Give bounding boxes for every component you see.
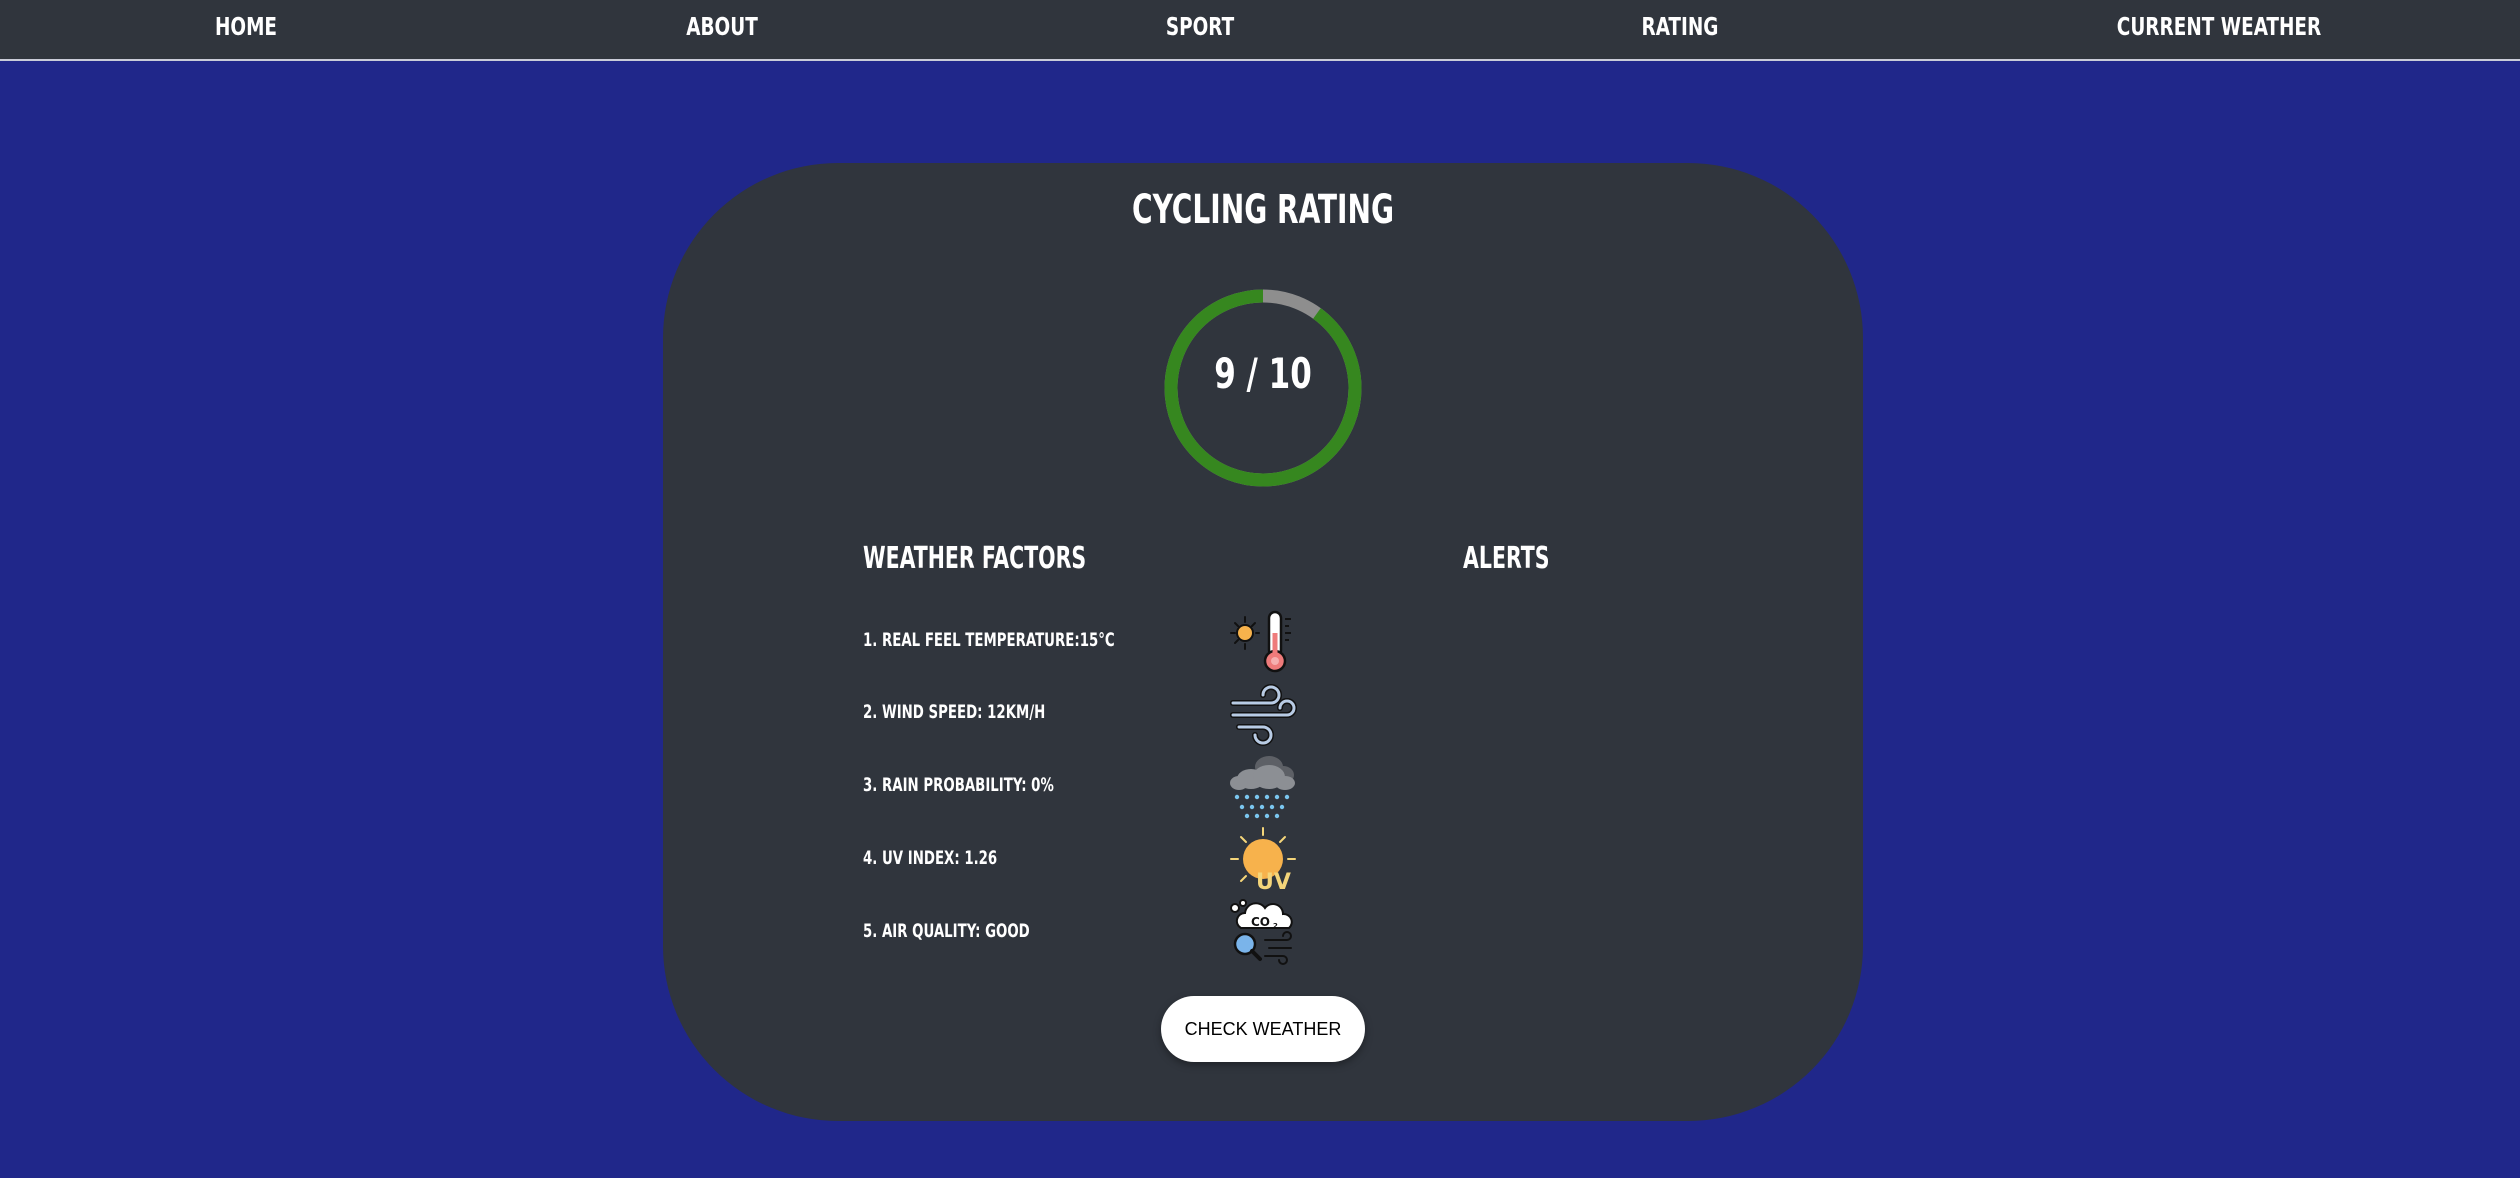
svg-text:2: 2 xyxy=(1273,922,1278,930)
uv-sun-icon: UV xyxy=(1230,827,1296,894)
thermometer-sun-icon xyxy=(1230,610,1291,673)
factor-rain-probability: 3. RAIN PROBABILITY: 0% xyxy=(863,774,1054,796)
wind-icon xyxy=(1230,684,1297,746)
svg-text:CO: CO xyxy=(1251,915,1270,929)
rain-cloud-icon xyxy=(1230,756,1295,819)
check-weather-button[interactable]: CHECK WEATHER xyxy=(1161,996,1365,1062)
nav-rating-link[interactable]: RATING xyxy=(1642,12,1719,41)
nav-about-link[interactable]: ABOUT xyxy=(686,12,758,41)
weather-factors-heading: WEATHER FACTORS xyxy=(863,541,1087,576)
nav-home-link[interactable]: HOME xyxy=(215,12,277,41)
factor-temperature: 1. REAL FEEL TEMPERATURE:15°C xyxy=(863,629,1115,651)
rating-title: CYCLING RATING xyxy=(1131,187,1395,233)
alerts-heading: ALERTS xyxy=(1463,541,1550,576)
top-navbar: HOME ABOUT SPORT RATING CURRENT WEATHER xyxy=(0,0,2520,61)
factor-uv-index: 4. UV INDEX: 1.26 xyxy=(863,847,998,869)
factor-air-quality: 5. AIR QUALITY: GOOD xyxy=(863,920,1030,942)
rating-card: CYCLING RATING 9 / 10 WEATHER FACTORS AL… xyxy=(663,163,1863,1121)
rating-score: 9 / 10 xyxy=(1214,349,1312,398)
factor-wind-speed: 2. WIND SPEED: 12KM/H xyxy=(863,701,1046,723)
co2-cloud-icon: CO 2 xyxy=(1230,899,1293,965)
nav-sport-link[interactable]: SPORT xyxy=(1166,12,1234,41)
svg-text:UV: UV xyxy=(1256,870,1291,894)
nav-current-weather-link[interactable]: CURRENT WEATHER xyxy=(2117,12,2321,41)
